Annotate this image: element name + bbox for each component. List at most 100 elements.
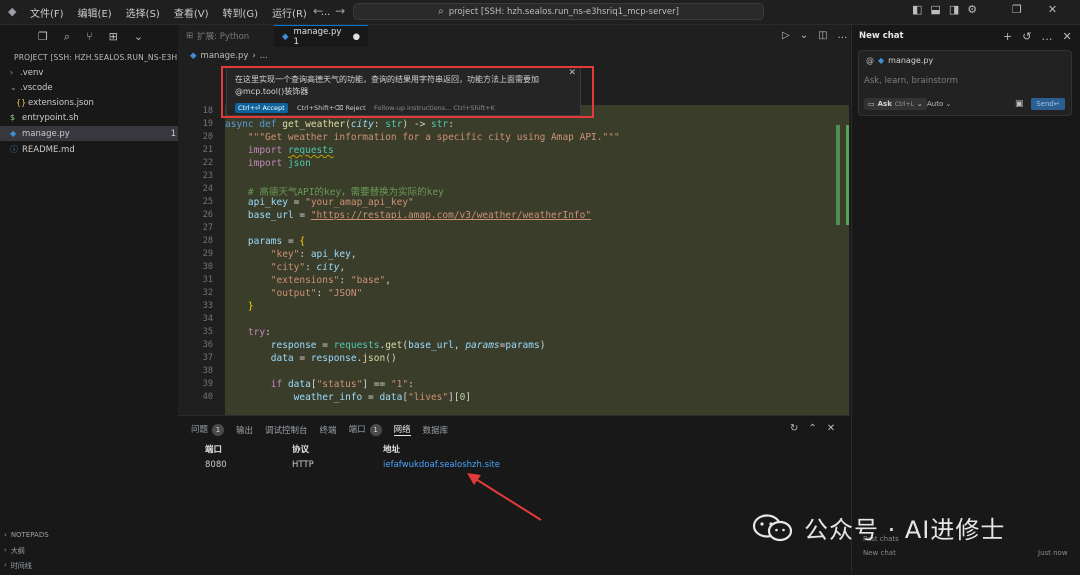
timeline-section[interactable]: › 时间线 (4, 561, 32, 571)
breadcrumb-file[interactable]: manage.py (201, 51, 249, 61)
info-file-icon: ⓘ (10, 145, 18, 154)
line-number: 33 (202, 301, 213, 311)
refresh-icon[interactable]: ↻ (790, 423, 798, 434)
line-number: 34 (202, 314, 213, 324)
red-arrow-annotation (467, 473, 542, 521)
source-control-icon[interactable]: ⑂ (86, 30, 93, 44)
tab-network[interactable]: 网络 (393, 423, 411, 436)
tree-item-readme-md[interactable]: ⓘ README.md (0, 142, 188, 157)
line-number: 39 (202, 379, 213, 389)
editor-tab-bar: ⊞ 扩展: Python ◆ manage.py 1 ● (178, 25, 850, 48)
notepads-section[interactable]: › NOTEPADS (4, 531, 49, 539)
toggle-secondary-sidebar-icon[interactable]: ◨ (949, 3, 959, 16)
python-file-icon: ◆ (190, 51, 197, 61)
toggle-sidebar-icon[interactable]: ◧ (912, 3, 922, 16)
tree-item-manage-py[interactable]: ◆ manage.py 1 (0, 126, 188, 141)
close-icon[interactable]: ✕ (827, 423, 835, 434)
menu-selection[interactable]: 选择(S) (126, 5, 160, 20)
past-chat-item[interactable]: New chat (863, 549, 896, 557)
tab-terminal[interactable]: 终端 (320, 424, 337, 436)
tree-item-vscode[interactable]: ⌄ .vscode (0, 80, 188, 95)
chevron-down-icon: ⌄ (945, 100, 952, 108)
toggle-panel-icon[interactable]: ⬓ (930, 3, 940, 16)
forward-arrow-icon[interactable]: → (335, 4, 345, 18)
line-number: 38 (202, 366, 213, 376)
code-line: "city": city, (270, 262, 346, 273)
image-icon[interactable]: ▣ (1015, 99, 1024, 109)
tab-new-chat[interactable]: New chat (859, 31, 904, 41)
menu-view[interactable]: 查看(V) (174, 5, 209, 20)
line-number: 25 (202, 197, 213, 207)
line-number: 26 (202, 210, 213, 220)
line-number: 36 (202, 340, 213, 350)
chevron-down-icon: ⌄ (916, 100, 923, 108)
at-mention-icon[interactable]: @ (866, 56, 874, 65)
plus-icon[interactable]: + (1003, 30, 1012, 43)
chat-bubble-icon: ▭ (868, 100, 875, 108)
restore-window-icon[interactable]: ❐ (1012, 3, 1022, 16)
tab-extension-python[interactable]: ⊞ 扩展: Python (178, 25, 274, 47)
enter-icon: ↵ (1053, 100, 1060, 108)
code-line: response = requests.get(base_url, params… (270, 340, 546, 351)
code-line: weather_info = data["lives"][0] (293, 392, 472, 403)
tab-manage-py[interactable]: ◆ manage.py 1 ● (274, 25, 368, 47)
address-link[interactable]: iefafwukdoaf.sealoshzh.site (383, 460, 500, 470)
tab-problems[interactable]: 问题 1 (191, 423, 225, 436)
tree-item-label: entrypoint.sh (22, 112, 79, 123)
project-title[interactable]: PROJECT [SSH: HZH.SEALOS.RUN_NS-E3H... (14, 53, 185, 62)
tab-debug-console[interactable]: 调试控制台 (265, 424, 308, 436)
tab-ports[interactable]: 端口 1 (349, 423, 382, 436)
menu-file[interactable]: 文件(F) (30, 5, 64, 20)
tree-item-venv[interactable]: › .venv (0, 65, 188, 80)
wechat-logo-icon (752, 513, 793, 541)
menu-run[interactable]: 运行(R) (272, 5, 307, 20)
line-number: 40 (202, 392, 213, 402)
chat-input[interactable]: Ask, learn, brainstorm (864, 76, 958, 86)
chevron-right-icon: › (4, 546, 7, 554)
column-header-protocol: 协议 (292, 445, 310, 455)
breadcrumb-more[interactable]: ... (260, 51, 268, 61)
menu-bar: 文件(F) 编辑(E) 选择(S) 查看(V) 转到(G) 运行(R) ... (30, 0, 330, 24)
split-editor-icon[interactable]: ◫ (818, 30, 827, 41)
chevron-right-icon: › (10, 68, 14, 77)
column-header-address: 地址 (383, 445, 401, 455)
send-button[interactable]: Send ↵ (1031, 98, 1065, 110)
shell-file-icon: $ (10, 113, 16, 122)
menu-edit[interactable]: 编辑(E) (78, 5, 112, 20)
model-selector[interactable]: Auto ⌄ (927, 100, 951, 108)
chevron-down-icon[interactable]: ⌄ (800, 30, 808, 41)
code-line: """Get weather information for a specifi… (247, 132, 620, 143)
unsaved-dot-icon[interactable]: ● (353, 32, 360, 42)
extensions-icon[interactable]: ⊞ (109, 30, 118, 44)
tab-database[interactable]: 数据库 (423, 424, 449, 436)
tree-item-entrypoint-sh[interactable]: $ entrypoint.sh (0, 110, 188, 125)
tree-item-extensions-json[interactable]: {} extensions.json (0, 95, 194, 110)
history-icon[interactable]: ↺ (1022, 30, 1031, 43)
close-icon[interactable]: ✕ (1062, 30, 1071, 43)
line-number: 35 (202, 327, 213, 337)
diff-gutter-marker (836, 125, 840, 225)
extensions-icon: ⊞ (186, 31, 194, 41)
menu-go[interactable]: 转到(G) (223, 5, 259, 20)
more-actions-icon[interactable]: … (1041, 30, 1052, 43)
more-actions-icon[interactable]: … (838, 30, 848, 41)
line-number: 20 (202, 132, 213, 142)
protocol-value: HTTP (292, 460, 314, 470)
chevron-right-icon: › (4, 531, 7, 539)
line-number: 23 (202, 171, 213, 181)
mode-selector[interactable]: ▭ Ask Ctrl+L ⌄ (864, 98, 927, 110)
back-arrow-icon[interactable]: ← (313, 4, 323, 18)
command-center[interactable]: ⌕ project [SSH: hzh.sealos.run_ns-e3hsri… (353, 3, 764, 20)
files-icon[interactable]: ❐ (38, 30, 48, 44)
tab-output[interactable]: 输出 (236, 424, 253, 436)
gear-icon[interactable]: ⚙ (967, 3, 977, 16)
chevron-up-icon[interactable]: ⌃ (808, 423, 816, 434)
scrollbar[interactable] (846, 125, 849, 225)
search-icon[interactable]: ⌕ (64, 30, 70, 44)
chevron-down-icon[interactable]: ⌄ (134, 30, 143, 44)
outline-section[interactable]: › 大纲 (4, 546, 25, 556)
run-icon[interactable]: ▷ (782, 30, 790, 41)
line-number: 31 (202, 275, 213, 285)
context-file-pill[interactable]: ◆ manage.py (878, 56, 933, 65)
close-window-icon[interactable]: ✕ (1048, 3, 1057, 16)
